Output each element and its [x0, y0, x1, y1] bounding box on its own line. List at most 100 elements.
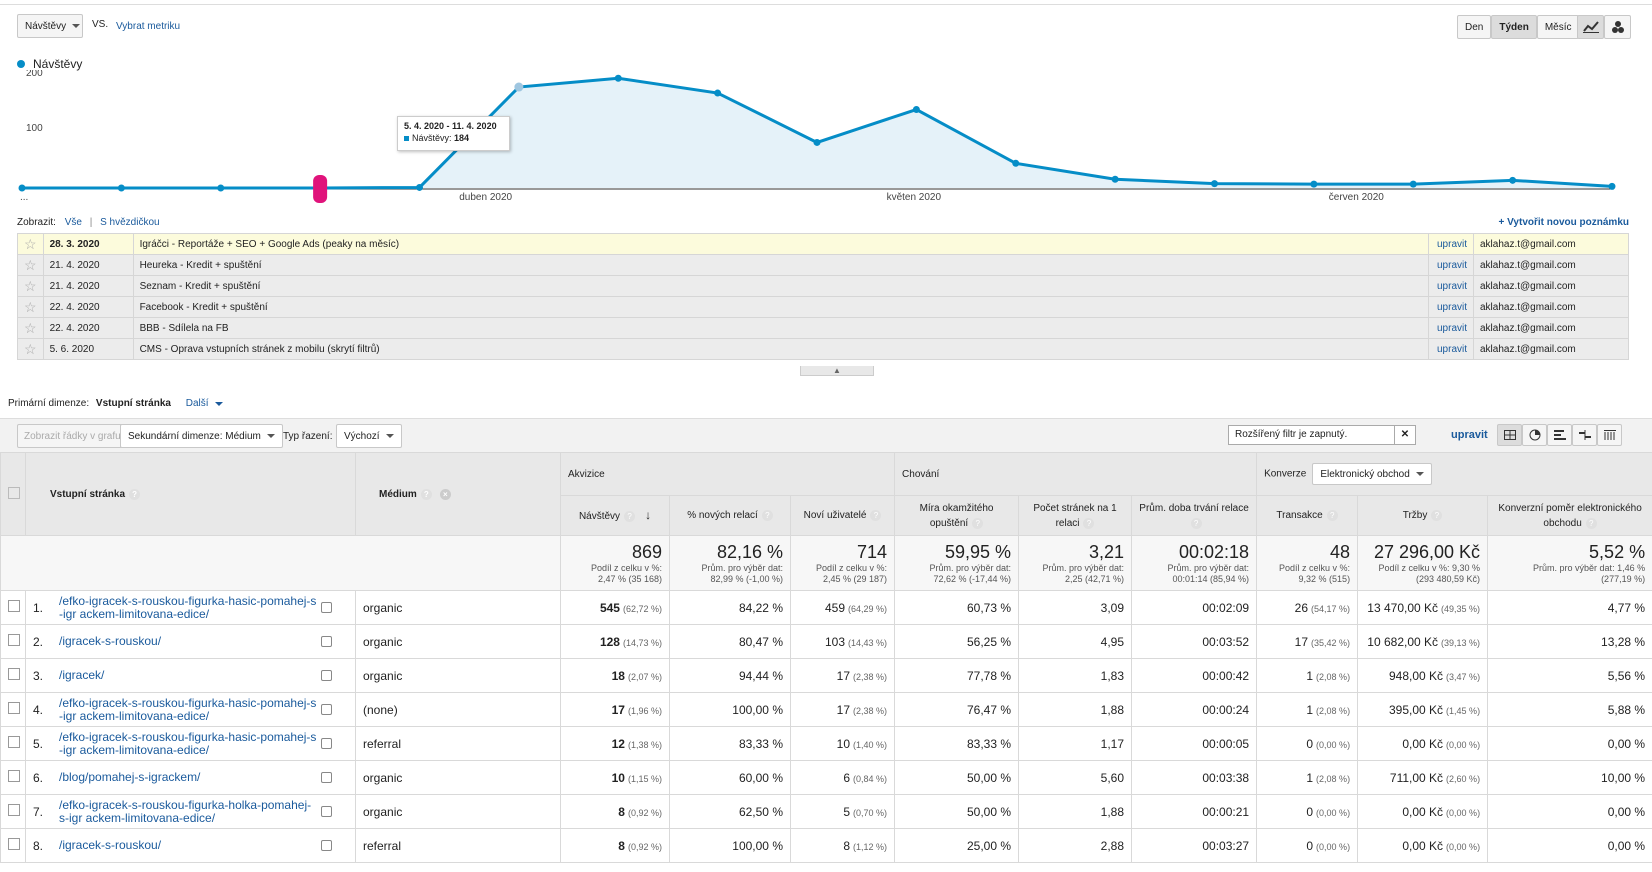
collapse-annotations-handle[interactable]: ▲	[800, 366, 874, 376]
table-view-icon[interactable]	[1497, 424, 1522, 446]
data-point[interactable]	[1211, 180, 1218, 188]
motion-chart-icon[interactable]	[1604, 15, 1631, 39]
row-checkbox[interactable]	[8, 838, 20, 850]
data-point[interactable]	[714, 89, 722, 97]
create-annotation-link[interactable]: + Vytvořit novou poznámku	[1499, 217, 1629, 228]
remove-dimension-icon[interactable]: ×	[439, 488, 451, 500]
row-checkbox[interactable]	[8, 736, 20, 748]
period-month-button[interactable]: Měsíc	[1536, 15, 1580, 39]
help-icon[interactable]: ?	[624, 510, 636, 522]
close-icon[interactable]: ✕	[1394, 426, 1415, 444]
col-revenue[interactable]: Tržby?	[1357, 495, 1489, 536]
secondary-dimension-dropdown[interactable]: Sekundární dimenze: Médium	[120, 424, 283, 448]
annotations-show-starred-link[interactable]: S hvězdičkou	[100, 217, 159, 228]
row-checkbox[interactable]	[8, 770, 20, 782]
help-icon[interactable]: ?	[1326, 510, 1338, 521]
external-link-icon[interactable]	[321, 806, 332, 817]
help-icon[interactable]: ?	[1190, 517, 1202, 529]
filter-edit-link[interactable]: upravit	[1451, 429, 1488, 441]
data-point[interactable]	[18, 184, 26, 192]
line-chart-icon[interactable]	[1577, 15, 1604, 39]
pie-view-icon[interactable]	[1522, 424, 1547, 446]
annotation-edit-link[interactable]: upravit	[1428, 338, 1474, 360]
annotations-show-all-link[interactable]: Vše	[65, 217, 82, 228]
select-all-checkbox[interactable]	[8, 486, 20, 499]
metric-dropdown[interactable]: Návštěvy	[17, 14, 83, 38]
landing-page-link[interactable]: /efko-igracek-s-rouskou-figurka-holka-po…	[59, 798, 317, 825]
data-point[interactable]	[1111, 175, 1119, 183]
help-icon[interactable]: ?	[129, 488, 141, 500]
performance-view-icon[interactable]	[1547, 424, 1572, 446]
col-pages[interactable]: Počet stránek na 1 relaci?	[1018, 495, 1133, 536]
landing-page-link[interactable]: /efko-igracek-s-rouskou-figurka-hasic-po…	[59, 696, 317, 723]
help-icon[interactable]: ?	[870, 510, 882, 521]
advanced-filter-field[interactable]: Rozšířený filtr je zapnutý. ✕	[1228, 425, 1416, 445]
col-sessions[interactable]: Návštěvy? ↓	[560, 495, 670, 536]
conversion-type-dropdown[interactable]: Elektronický obchod	[1312, 463, 1432, 485]
col-new-sessions[interactable]: % nových relací?	[669, 495, 791, 536]
external-link-icon[interactable]	[321, 840, 332, 851]
help-icon[interactable]: ?	[761, 510, 773, 521]
period-day-button[interactable]: Den	[1457, 15, 1492, 39]
help-icon[interactable]: ?	[420, 488, 432, 500]
col-bounce[interactable]: Míra okamžitého opuštění?	[894, 495, 1020, 536]
help-icon[interactable]: ?	[972, 517, 984, 529]
data-point[interactable]	[1509, 176, 1517, 184]
primary-dimension-value[interactable]: Vstupní stránka	[96, 398, 171, 409]
annotation-edit-link[interactable]: upravit	[1428, 233, 1474, 255]
landing-page-link[interactable]: /igracek/	[59, 669, 317, 682]
help-icon[interactable]: ?	[1585, 517, 1597, 529]
col-new-users[interactable]: Noví uživatelé?	[789, 495, 896, 536]
star-icon[interactable]: ☆	[17, 317, 44, 339]
plot-rows-button[interactable]: Zobrazit řádky v grafu	[17, 424, 128, 448]
data-point[interactable]	[1310, 180, 1318, 188]
star-icon[interactable]: ☆	[17, 233, 44, 255]
landing-page-link[interactable]: /efko-igracek-s-rouskou-figurka-hasic-po…	[59, 594, 317, 621]
data-point[interactable]	[1608, 182, 1616, 190]
external-link-icon[interactable]	[321, 670, 332, 681]
data-point[interactable]	[514, 82, 524, 92]
annotation-edit-link[interactable]: upravit	[1428, 296, 1474, 318]
col-duration[interactable]: Prům. doba trvání relace?	[1131, 495, 1258, 536]
annotation-edit-link[interactable]: upravit	[1428, 275, 1474, 297]
help-icon[interactable]: ?	[1083, 517, 1095, 529]
other-dimension-link[interactable]: Další	[186, 398, 209, 409]
star-icon[interactable]: ☆	[17, 254, 44, 276]
data-point[interactable]	[813, 138, 821, 146]
data-point[interactable]	[217, 184, 225, 192]
landing-page-link[interactable]: /igracek-s-rouskou/	[59, 839, 317, 852]
row-checkbox[interactable]	[8, 702, 20, 714]
col-conv-rate[interactable]: Konverzní poměr elektronického obchodu?	[1487, 495, 1652, 536]
landing-page-link[interactable]: /blog/pomahej-s-igrackem/	[59, 771, 317, 784]
data-point[interactable]	[416, 183, 423, 191]
star-icon[interactable]: ☆	[17, 275, 44, 297]
row-checkbox[interactable]	[8, 600, 20, 612]
col-medium[interactable]: Médium? ×	[355, 452, 561, 536]
annotation-edit-link[interactable]: upravit	[1428, 254, 1474, 276]
col-transactions[interactable]: Transakce?	[1256, 495, 1359, 536]
external-link-icon[interactable]	[321, 704, 332, 715]
star-icon[interactable]: ☆	[17, 338, 44, 360]
data-point[interactable]	[1012, 159, 1020, 167]
col-landing-page[interactable]: Vstupní stránka?	[25, 452, 356, 536]
row-checkbox[interactable]	[8, 634, 20, 646]
external-link-icon[interactable]	[321, 636, 332, 647]
pivot-view-icon[interactable]	[1597, 424, 1622, 446]
star-icon[interactable]: ☆	[17, 296, 44, 318]
annotation-marker[interactable]	[313, 175, 328, 203]
comparison-view-icon[interactable]	[1572, 424, 1597, 446]
landing-page-link[interactable]: /efko-igracek-s-rouskou-figurka-hasic-po…	[59, 730, 317, 757]
data-point[interactable]	[614, 74, 622, 82]
data-point[interactable]	[117, 184, 125, 192]
landing-page-link[interactable]: /igracek-s-rouskou/	[59, 635, 317, 648]
select-metric-link[interactable]: Vybrat metriku	[116, 21, 180, 32]
data-point[interactable]	[1409, 180, 1417, 188]
period-week-button[interactable]: Týden	[1491, 15, 1537, 39]
row-checkbox[interactable]	[8, 804, 20, 816]
row-checkbox[interactable]	[8, 668, 20, 680]
external-link-icon[interactable]	[321, 738, 332, 749]
annotation-edit-link[interactable]: upravit	[1428, 317, 1474, 339]
external-link-icon[interactable]	[321, 772, 332, 783]
data-point[interactable]	[912, 106, 920, 114]
help-icon[interactable]: ?	[1431, 510, 1443, 521]
